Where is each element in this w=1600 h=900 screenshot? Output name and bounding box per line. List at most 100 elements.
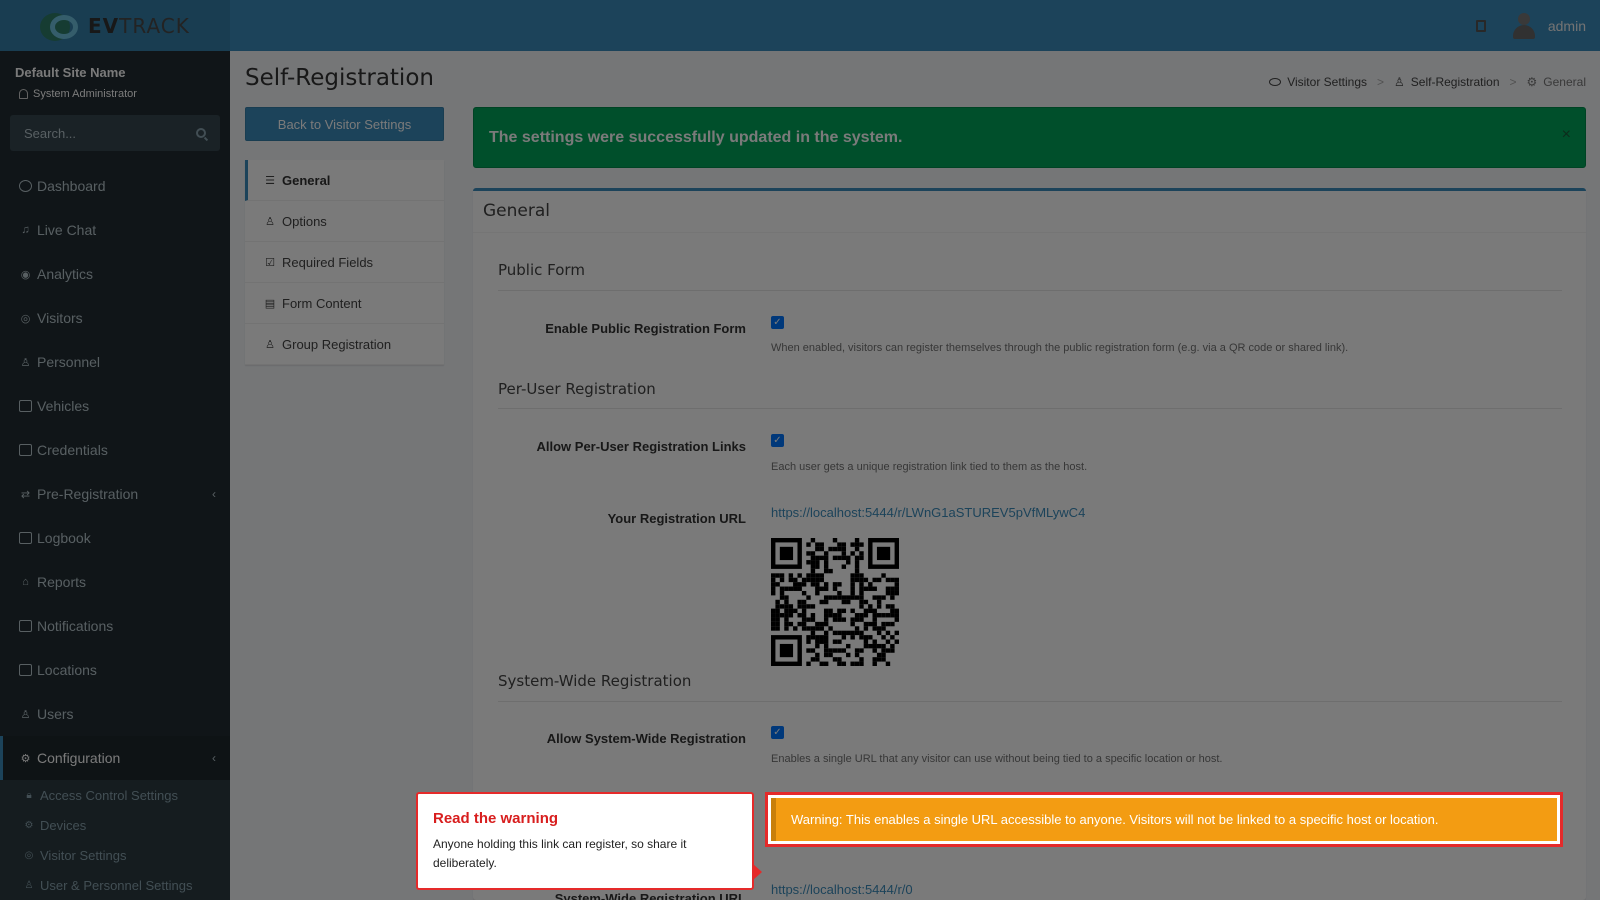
sidebar-item-vehicles[interactable]: Vehicles: [0, 384, 230, 428]
credentials-icon: [19, 444, 32, 456]
door-icon[interactable]: [1475, 19, 1486, 32]
sidebar-nav: Dashboard ♫ Live Chat ◉ Analytics ◎ Visitor…: [0, 164, 230, 900]
sidebar-item-pre-registration[interactable]: ⇄ Pre-Registration ‹: [0, 472, 230, 516]
section-public-form: Public Form: [498, 261, 585, 279]
reports-icon: ⌂: [22, 576, 29, 588]
section-system-wide-registration: System-Wide Registration: [498, 672, 692, 690]
panel-title: General: [483, 201, 550, 221]
section-per-user-registration: Per-User Registration: [498, 380, 656, 398]
sidebar-item-configuration[interactable]: ⚙ Configuration ‹: [0, 736, 230, 780]
search-icon[interactable]: [196, 128, 206, 138]
sidebar-search-input[interactable]: [24, 125, 174, 141]
allow-per-user-links-label: Allow Per-User Registration Links: [536, 439, 747, 454]
allow-system-wide-checkbox[interactable]: ✓: [771, 726, 784, 739]
your-registration-url-label: Your Registration URL: [607, 511, 746, 526]
your-registration-url-link[interactable]: https://localhost:5444/r/LWnG1aSTUREV5pV…: [771, 505, 1085, 520]
success-alert: The settings were successfully updated i…: [473, 107, 1586, 168]
user-avatar-icon: [1512, 12, 1536, 39]
sidebar-item-locations[interactable]: Locations: [0, 648, 230, 692]
enable-public-form-checkbox[interactable]: ✓: [771, 316, 784, 329]
headset-icon: ♫: [21, 224, 30, 236]
checklist-icon: ☑: [265, 256, 275, 269]
users-icon: ♙: [24, 879, 34, 891]
analytics-icon: ◉: [20, 268, 31, 281]
building-icon: [19, 664, 32, 676]
tutorial-tooltip: Read the warning Anyone holding this lin…: [416, 792, 762, 890]
sidebar-item-logbook[interactable]: Logbook: [0, 516, 230, 560]
breadcrumb-separator: >: [1377, 75, 1385, 89]
eye-icon: ◎: [20, 312, 31, 325]
users-icon: ♙: [20, 708, 31, 721]
sliders-icon: ☰: [265, 174, 275, 187]
gear-icon: ⚙: [20, 752, 31, 765]
breadcrumb-separator: >: [1509, 75, 1517, 89]
chevron-left-icon: ‹: [212, 751, 216, 765]
brand-name: EVTRACK: [88, 13, 190, 38]
form-icon: ▤: [264, 297, 276, 310]
sidebar-subitem-user-personnel-settings[interactable]: ♙ User & Personnel Settings: [0, 870, 230, 900]
sidebar-subitem-access-control[interactable]: 🔒︎ Access Control Settings: [0, 780, 230, 810]
tooltip-body: Anyone holding this link can register, s…: [433, 837, 687, 870]
subnav-general[interactable]: ☰ General: [245, 160, 444, 201]
sidebar-item-users[interactable]: ♙ Users: [0, 692, 230, 736]
sidebar-subitem-devices[interactable]: ⚙ Devices: [0, 810, 230, 840]
subnav-required-fields[interactable]: ☑ Required Fields: [245, 242, 444, 283]
page-title: Self-Registration: [245, 65, 434, 91]
allow-per-user-links-help: Each user gets a unique registration lin…: [771, 461, 1088, 473]
subnav-group-registration[interactable]: ♙ Group Registration: [245, 324, 444, 365]
sidebar-item-analytics[interactable]: ◉ Analytics: [0, 252, 230, 296]
breadcrumb: Visitor Settings > ♙ Self-Registration >…: [1269, 75, 1586, 89]
configuration-submenu: 🔒︎ Access Control Settings ⚙ Devices ◎ Visi…: [0, 780, 230, 900]
top-navbar: EVTRACK admin: [0, 0, 1600, 51]
sidebar-item-reports[interactable]: ⌂ Reports: [0, 560, 230, 604]
system-wide-warning-highlight: Warning: This enables a single URL acces…: [765, 792, 1563, 847]
user-icon: [19, 89, 28, 99]
allow-system-wide-help: Enables a single URL that any visitor ca…: [771, 753, 1223, 765]
site-name: Default Site Name: [15, 65, 126, 80]
sidebar-item-live-chat[interactable]: ♫ Live Chat: [0, 208, 230, 252]
personnel-icon: ♙: [20, 356, 31, 369]
system-wide-url-link[interactable]: https://localhost:5444/r/0: [771, 882, 913, 897]
divider: [473, 232, 1586, 233]
user-menu[interactable]: admin: [1512, 12, 1586, 39]
settings-subnav: ☰ General ♙ Options ☑ Required Fields ▤ Form…: [245, 160, 444, 365]
sidebar-item-credentials[interactable]: Credentials: [0, 428, 230, 472]
breadcrumb-visitor-settings[interactable]: Visitor Settings: [1287, 75, 1367, 89]
system-wide-warning: Warning: This enables a single URL acces…: [771, 798, 1557, 841]
sidebar-item-dashboard[interactable]: Dashboard: [0, 164, 230, 208]
allow-per-user-links-checkbox[interactable]: ✓: [771, 434, 784, 447]
close-icon[interactable]: ×: [1562, 126, 1571, 144]
subnav-form-content[interactable]: ▤ Form Content: [245, 283, 444, 324]
system-wide-url-label: System-Wide Registration URL: [554, 891, 746, 900]
allow-system-wide-label: Allow System-Wide Registration: [546, 731, 746, 746]
lock-icon: 🔒︎: [26, 789, 32, 801]
enable-public-form-label: Enable Public Registration Form: [545, 321, 746, 336]
exchange-icon: ⇄: [20, 488, 31, 501]
brand-logo-link[interactable]: EVTRACK: [0, 0, 230, 51]
evtrack-logo-icon: [40, 11, 84, 41]
user-name: admin: [1547, 17, 1586, 34]
dashboard-icon: [19, 180, 32, 192]
breadcrumb-general: General: [1543, 75, 1586, 89]
eye-icon: ◎: [24, 849, 34, 861]
chevron-left-icon: ‹: [212, 487, 216, 501]
sidebar-item-notifications[interactable]: Notifications: [0, 604, 230, 648]
sidebar-search: [10, 115, 220, 151]
divider: [498, 408, 1562, 409]
subnav-options[interactable]: ♙ Options: [245, 201, 444, 242]
sidebar: Default Site Name System Administrator D…: [0, 51, 230, 900]
group-icon: ♙: [265, 338, 275, 351]
eye-icon: [1269, 78, 1282, 86]
chat-icon: [19, 620, 32, 632]
devices-icon: ⚙: [24, 819, 34, 831]
sidebar-item-personnel[interactable]: ♙ Personnel: [0, 340, 230, 384]
divider: [498, 290, 1562, 291]
sidebar-item-visitors[interactable]: ◎ Visitors: [0, 296, 230, 340]
success-alert-message: The settings were successfully updated i…: [489, 128, 903, 146]
sidebar-subitem-visitor-settings[interactable]: ◎ Visitor Settings: [0, 840, 230, 870]
back-to-visitor-settings-button[interactable]: Back to Visitor Settings: [245, 107, 444, 141]
registration-qr-code: [771, 538, 899, 666]
car-icon: [19, 400, 32, 412]
breadcrumb-self-registration[interactable]: Self-Registration: [1411, 75, 1500, 89]
user-pen-icon: ♙: [1394, 75, 1405, 89]
